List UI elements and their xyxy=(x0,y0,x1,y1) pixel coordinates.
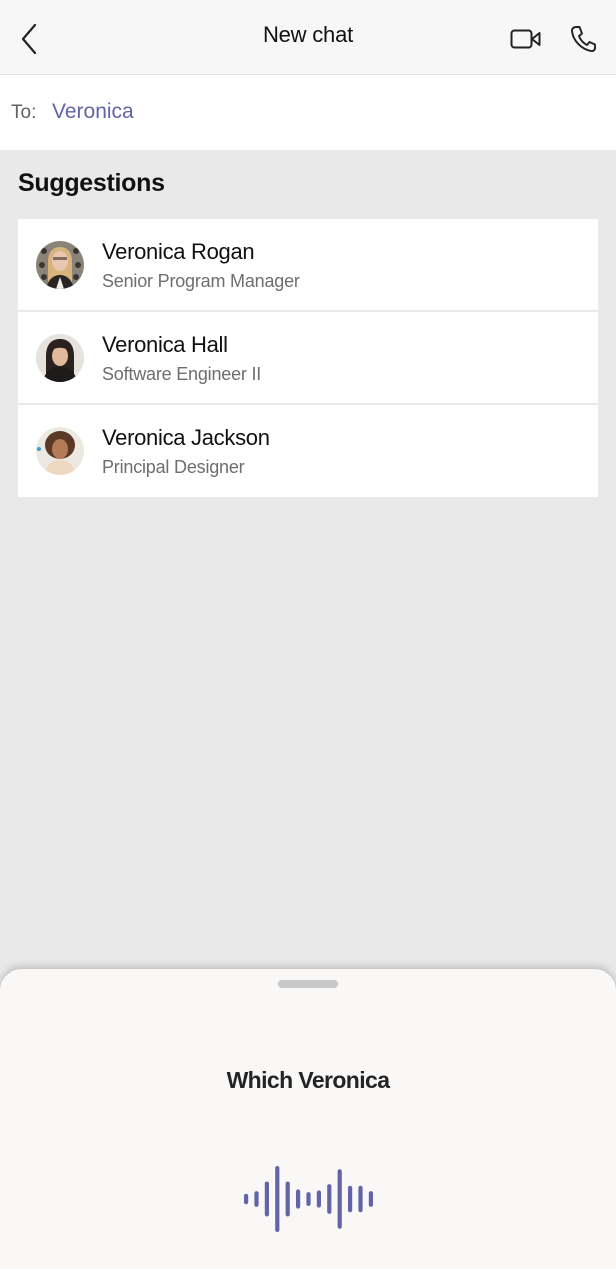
waveform-bar xyxy=(264,1181,269,1217)
waveform-bar xyxy=(296,1189,301,1209)
suggestion-item[interactable]: Veronica Jackson Principal Designer xyxy=(18,405,598,497)
to-label: To: xyxy=(11,102,37,123)
suggestions-list: Veronica Rogan Senior Program Manager Ve… xyxy=(18,219,598,497)
recipient-row: To: xyxy=(0,75,616,150)
avatar xyxy=(36,241,84,289)
waveform-bar xyxy=(348,1185,353,1213)
video-call-button[interactable] xyxy=(506,22,546,56)
suggestion-item[interactable]: Veronica Hall Software Engineer II xyxy=(18,312,598,405)
contact-name: Veronica Jackson xyxy=(102,425,270,450)
app-header: New chat xyxy=(0,0,616,75)
contact-role: Senior Program Manager xyxy=(102,271,300,291)
recipient-input[interactable] xyxy=(52,100,572,124)
suggestions-heading: Suggestions xyxy=(18,169,165,197)
waveform-bar xyxy=(306,1192,311,1206)
contact-name: Veronica Rogan xyxy=(102,239,255,264)
waveform-bar xyxy=(316,1190,321,1208)
phone-icon xyxy=(571,26,596,53)
waveform-bar xyxy=(254,1191,259,1207)
avatar xyxy=(36,427,84,475)
waveform-bar xyxy=(285,1181,290,1217)
waveform-bar xyxy=(358,1185,363,1213)
voice-waveform-icon xyxy=(244,1166,373,1232)
waveform-bar xyxy=(244,1193,249,1205)
waveform-bar xyxy=(368,1191,373,1207)
waveform-bar xyxy=(327,1184,332,1214)
sheet-drag-handle[interactable] xyxy=(278,980,338,988)
suggestion-item[interactable]: Veronica Rogan Senior Program Manager xyxy=(18,219,598,312)
audio-call-button[interactable] xyxy=(566,22,600,56)
voice-prompt: Which Veronica xyxy=(226,1067,390,1093)
avatar xyxy=(36,334,84,382)
voice-assistant-sheet: Which Veronica xyxy=(0,969,616,1269)
video-camera-icon xyxy=(510,29,541,49)
contact-name: Veronica Hall xyxy=(102,332,228,357)
contact-role: Principal Designer xyxy=(102,457,245,477)
waveform-bar xyxy=(337,1169,342,1229)
waveform-bar xyxy=(275,1166,280,1232)
contact-role: Software Engineer II xyxy=(102,364,262,384)
